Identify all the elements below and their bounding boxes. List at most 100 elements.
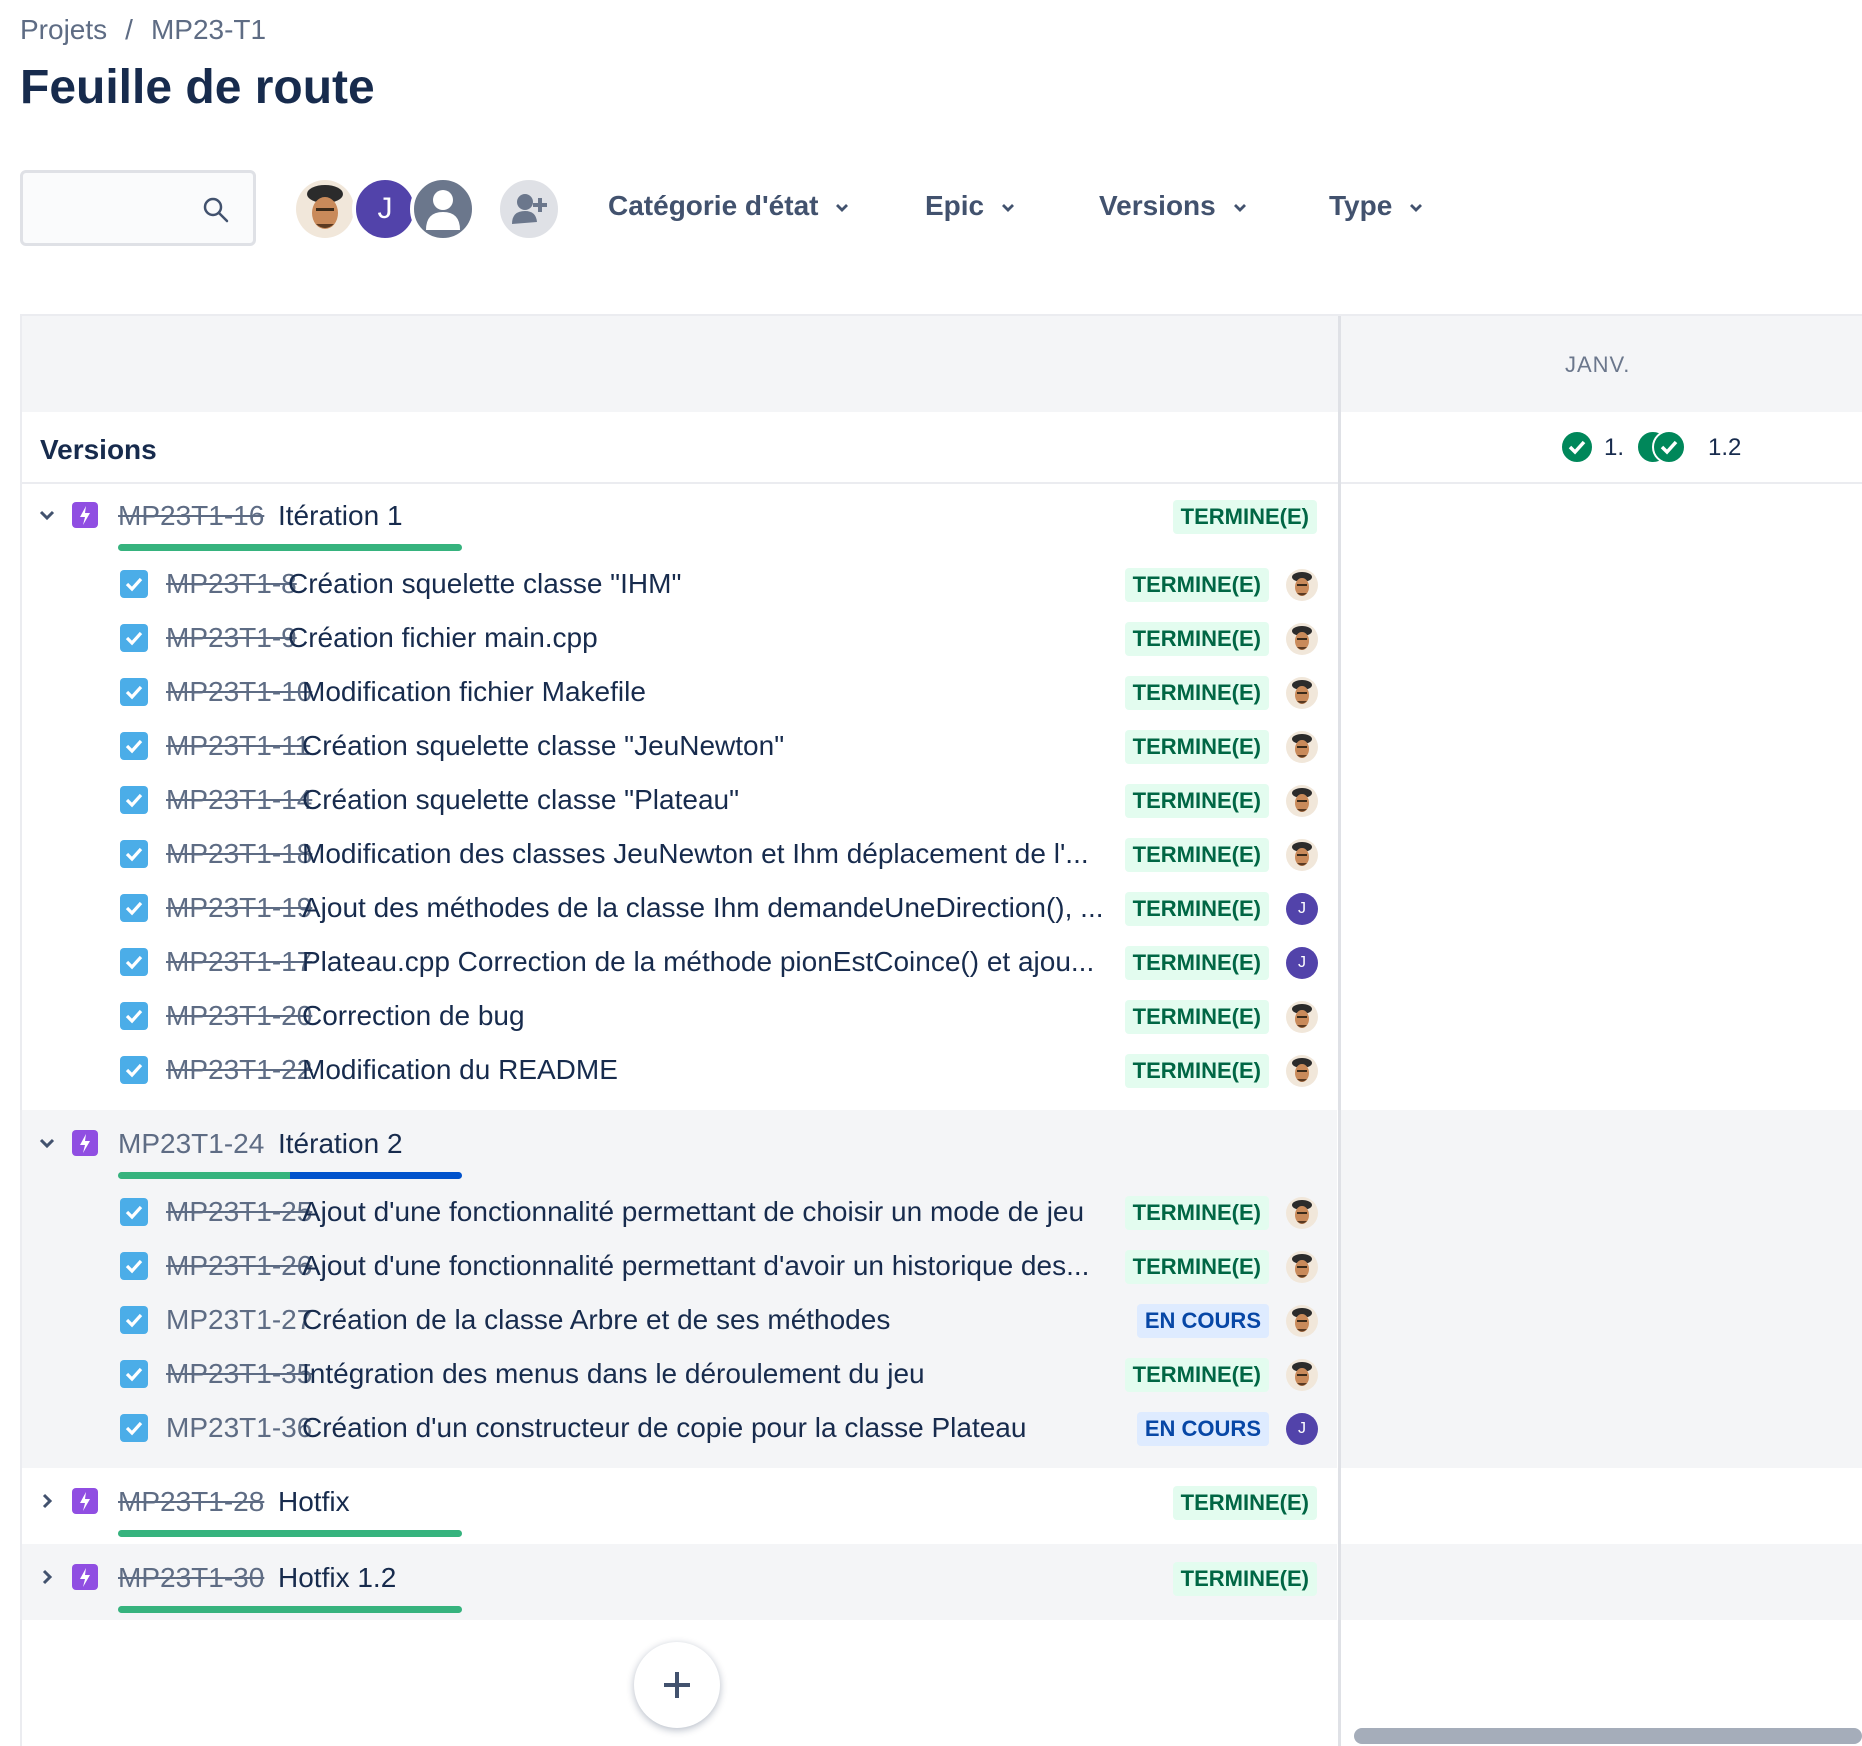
issue-summary[interactable]: Création squelette classe "Plateau": [302, 784, 1127, 816]
user-photo-icon: [1286, 785, 1318, 817]
issue-summary[interactable]: Correction de bug: [302, 1000, 1127, 1032]
filter-versions[interactable]: Versions: [1099, 190, 1250, 222]
issue-key[interactable]: MP23T1-36: [166, 1412, 312, 1444]
assignee-avatar[interactable]: [1286, 731, 1318, 763]
version-released-icon[interactable]: [1560, 430, 1594, 464]
issue-row[interactable]: MP23T1-9 Création fichier main.cpp TERMINE…: [22, 612, 1337, 666]
issue-summary[interactable]: Création fichier main.cpp: [288, 622, 1127, 654]
epic-progress-bar: [118, 1172, 462, 1179]
issue-key[interactable]: MP23T1-19: [166, 892, 312, 924]
assignee-avatar[interactable]: [1286, 785, 1318, 817]
issue-row[interactable]: MP23T1-8 Création squelette classe "IHM" T…: [22, 558, 1337, 612]
chevron-right-icon[interactable]: [36, 1566, 58, 1593]
issue-key[interactable]: MP23T1-9: [166, 622, 297, 654]
epic-key[interactable]: MP23T1-16: [118, 500, 264, 532]
task-icon: [120, 1360, 148, 1388]
epic-title[interactable]: Itération 2: [278, 1128, 403, 1160]
chevron-down-icon[interactable]: [36, 1132, 58, 1159]
chevron-down-icon[interactable]: [36, 504, 58, 531]
issue-row[interactable]: MP23T1-22 Modification du README TERMINE(E…: [22, 1044, 1337, 1098]
issue-key[interactable]: MP23T1-18: [166, 838, 312, 870]
assignee-avatar[interactable]: [1286, 569, 1318, 601]
issue-summary[interactable]: Intégration des menus dans le déroulemen…: [302, 1358, 1127, 1390]
create-epic-button[interactable]: [634, 1642, 720, 1728]
user-photo-icon: [1286, 623, 1318, 655]
epic-row[interactable]: MP23T1-28 Hotfix TERMINE(E): [22, 1468, 1337, 1544]
issue-summary[interactable]: Modification du README: [302, 1054, 1127, 1086]
plus-icon: [664, 1672, 690, 1698]
assignee-avatar[interactable]: [1286, 623, 1318, 655]
issue-row[interactable]: MP23T1-27 Création de la classe Arbre et …: [22, 1294, 1337, 1348]
epic-row[interactable]: MP23T1-30 Hotfix 1.2 TERMINE(E): [22, 1544, 1337, 1620]
issue-key[interactable]: MP23T1-22: [166, 1054, 312, 1086]
issue-key[interactable]: MP23T1-35: [166, 1358, 312, 1390]
assignee-avatar[interactable]: [1286, 677, 1318, 709]
epic-key[interactable]: MP23T1-28: [118, 1486, 264, 1518]
issue-key[interactable]: MP23T1-10: [166, 676, 312, 708]
assignee-avatar[interactable]: J: [1286, 947, 1318, 979]
issue-row[interactable]: MP23T1-25 Ajout d'une fonctionnalité perm…: [22, 1186, 1337, 1240]
issue-key[interactable]: MP23T1-20: [166, 1000, 312, 1032]
issue-row[interactable]: MP23T1-19 Ajout des méthodes de la classe…: [22, 882, 1337, 936]
add-people-button[interactable]: [496, 176, 562, 242]
assignee-avatar[interactable]: [1286, 1055, 1318, 1087]
issue-summary[interactable]: Ajout d'une fonctionnalité permettant de…: [302, 1196, 1127, 1228]
issue-row[interactable]: MP23T1-14 Création squelette classe "Plat…: [22, 774, 1337, 828]
assignee-avatar[interactable]: [1286, 1197, 1318, 1229]
issue-row[interactable]: MP23T1-10 Modification fichier Makefile TE…: [22, 666, 1337, 720]
issue-summary[interactable]: Création d'un constructeur de copie pour…: [302, 1412, 1127, 1444]
issue-summary[interactable]: Modification fichier Makefile: [302, 676, 1127, 708]
issue-row[interactable]: MP23T1-11 Création squelette classe "JeuN…: [22, 720, 1337, 774]
epic-key[interactable]: MP23T1-30: [118, 1562, 264, 1594]
issue-row[interactable]: MP23T1-18 Modification des classes JeuNew…: [22, 828, 1337, 882]
epic-row[interactable]: MP23T1-24 Itération 2: [22, 1110, 1337, 1186]
assignee-avatar[interactable]: J: [1286, 893, 1318, 925]
issue-key[interactable]: MP23T1-14: [166, 784, 312, 816]
version-label-1[interactable]: 1.: [1604, 434, 1624, 462]
filter-status-category[interactable]: Catégorie d'état: [608, 190, 852, 222]
epic-title[interactable]: Hotfix 1.2: [278, 1562, 396, 1594]
breadcrumb-projects-link[interactable]: Projets: [20, 14, 107, 45]
issue-key[interactable]: MP23T1-27: [166, 1304, 312, 1336]
filter-epic[interactable]: Epic: [925, 190, 1018, 222]
issue-summary[interactable]: Création squelette classe "IHM": [288, 568, 1127, 600]
check-icon: [1660, 440, 1678, 455]
issue-key[interactable]: MP23T1-11: [166, 730, 310, 762]
issue-summary[interactable]: Ajout des méthodes de la classe Ihm dema…: [302, 892, 1127, 924]
assignee-avatar[interactable]: [1286, 1001, 1318, 1033]
issue-summary[interactable]: Création squelette classe "JeuNewton": [302, 730, 1127, 762]
breadcrumb-project-link[interactable]: MP23-T1: [151, 14, 266, 45]
search-input[interactable]: [20, 170, 256, 246]
epic-row[interactable]: MP23T1-16 Itération 1 TERMINE(E): [22, 482, 1337, 558]
assignee-avatar[interactable]: [1286, 839, 1318, 871]
epic-key[interactable]: MP23T1-24: [118, 1128, 264, 1160]
chevron-right-icon[interactable]: [36, 1490, 58, 1517]
epic-title[interactable]: Itération 1: [278, 500, 403, 532]
avatar-user-photo[interactable]: [292, 176, 358, 242]
issue-row[interactable]: MP23T1-35 Intégration des menus dans le d…: [22, 1348, 1337, 1402]
avatar-unassigned[interactable]: [410, 176, 476, 242]
issue-key[interactable]: MP23T1-17: [166, 946, 312, 978]
issue-summary[interactable]: Création de la classe Arbre et de ses mé…: [302, 1304, 1127, 1336]
issue-summary[interactable]: Plateau.cpp Correction de la méthode pio…: [302, 946, 1127, 978]
assignee-avatar[interactable]: [1286, 1251, 1318, 1283]
issue-summary[interactable]: Modification des classes JeuNewton et Ih…: [302, 838, 1127, 870]
assignee-avatar[interactable]: [1286, 1359, 1318, 1391]
issue-key[interactable]: MP23T1-25: [166, 1196, 312, 1228]
avatar-user-j[interactable]: J: [352, 176, 418, 242]
filter-type[interactable]: Type: [1329, 190, 1426, 222]
issue-row[interactable]: MP23T1-20 Correction de bug TERMINE(E): [22, 990, 1337, 1044]
issue-summary[interactable]: Ajout d'une fonctionnalité permettant d'…: [302, 1250, 1127, 1282]
issue-row[interactable]: MP23T1-26 Ajout d'une fonctionnalité perm…: [22, 1240, 1337, 1294]
issue-key[interactable]: MP23T1-26: [166, 1250, 312, 1282]
epic-title[interactable]: Hotfix: [278, 1486, 350, 1518]
version-released-icon[interactable]: [1652, 430, 1686, 464]
issue-key[interactable]: MP23T1-8: [166, 568, 297, 600]
timeline-divider[interactable]: [1338, 316, 1341, 1746]
assignee-avatar[interactable]: [1286, 1305, 1318, 1337]
issue-row[interactable]: MP23T1-36 Création d'un constructeur de c…: [22, 1402, 1337, 1456]
version-label-2[interactable]: 1.2: [1708, 434, 1741, 462]
assignee-avatar[interactable]: J: [1286, 1413, 1318, 1445]
issue-row[interactable]: MP23T1-17 Plateau.cpp Correction de la mé…: [22, 936, 1337, 990]
horizontal-scrollbar[interactable]: [1354, 1728, 1862, 1744]
